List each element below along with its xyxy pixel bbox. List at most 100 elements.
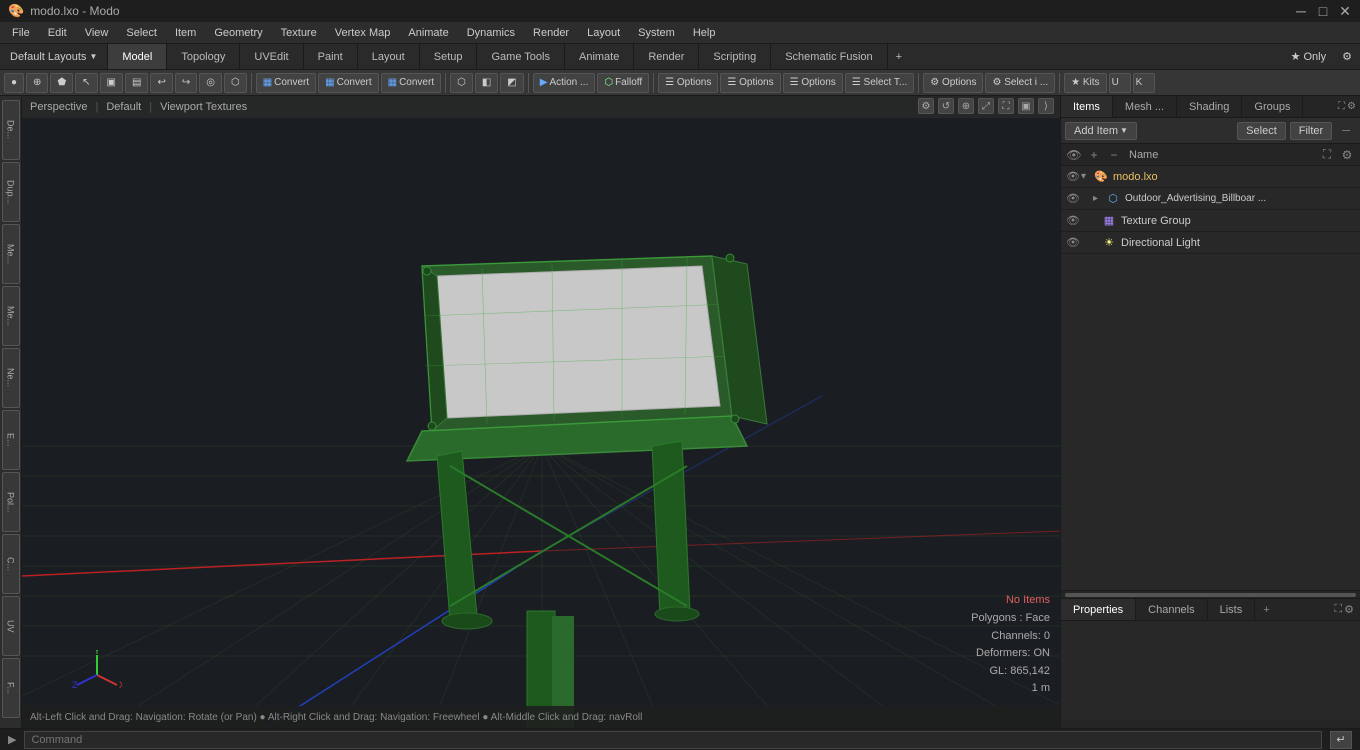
rp-expand-icon[interactable]: ⛶: [1338, 101, 1345, 112]
tool-vertex[interactable]: ⬟: [50, 73, 73, 93]
vp-fit-icon[interactable]: ⤢: [978, 98, 994, 114]
tool-convert-poly[interactable]: ▦ Convert: [256, 73, 316, 93]
menu-vertex-map[interactable]: Vertex Map: [327, 25, 399, 41]
tool-select-t[interactable]: ☰ Select T...: [845, 73, 914, 93]
close-button[interactable]: ✕: [1338, 4, 1352, 18]
items-minus-icon[interactable]: ─: [1336, 123, 1356, 139]
tab-animate[interactable]: Animate: [565, 44, 634, 69]
tool-undo[interactable]: ↩: [150, 73, 172, 93]
bp-expand-icon[interactable]: ⛶: [1334, 603, 1342, 616]
tree-item-root[interactable]: 👁 ▾ 🎨 modo.lxo: [1061, 166, 1360, 188]
menu-system[interactable]: System: [630, 25, 683, 41]
tool-options3[interactable]: ☰ Options: [783, 73, 843, 93]
menu-texture[interactable]: Texture: [273, 25, 325, 41]
tool-circle[interactable]: ◎: [199, 73, 222, 93]
vp-settings-icon[interactable]: ⚙: [918, 98, 934, 114]
tool-select[interactable]: ↖: [75, 73, 97, 93]
tree-arrow-billboard[interactable]: ▸: [1093, 193, 1105, 204]
menu-animate[interactable]: Animate: [400, 25, 456, 41]
vp-perspective-label[interactable]: Perspective: [30, 101, 87, 113]
menu-layout[interactable]: Layout: [579, 25, 628, 41]
rp-tab-groups[interactable]: Groups: [1242, 96, 1303, 117]
sidebar-tab-c[interactable]: C...: [2, 534, 20, 594]
sidebar-tab-uv[interactable]: UV: [2, 596, 20, 656]
menu-select[interactable]: Select: [118, 25, 165, 41]
tool-globe[interactable]: ⊕: [26, 73, 48, 93]
bp-tab-channels[interactable]: Channels: [1136, 599, 1207, 620]
tool-box2[interactable]: ▤: [125, 73, 148, 93]
menu-item[interactable]: Item: [167, 25, 204, 41]
tool-redo[interactable]: ↪: [175, 73, 197, 93]
tree-vis-dirlight[interactable]: 👁: [1065, 235, 1081, 251]
bp-add-tab-button[interactable]: +: [1255, 601, 1277, 619]
rp-tab-items[interactable]: Items: [1061, 96, 1113, 117]
tool-u[interactable]: U: [1109, 73, 1131, 93]
add-tab-button[interactable]: +: [888, 47, 910, 67]
tab-game-tools[interactable]: Game Tools: [477, 44, 565, 69]
tool-k[interactable]: K: [1133, 73, 1155, 93]
tab-schematic-fusion[interactable]: Schematic Fusion: [771, 44, 887, 69]
bp-gear-icon[interactable]: ⚙: [1344, 603, 1354, 616]
sidebar-tab-mes2[interactable]: Me...: [2, 286, 20, 346]
sidebar-tab-de[interactable]: De...: [2, 100, 20, 160]
tab-scripting[interactable]: Scripting: [699, 44, 771, 69]
tool-convert-mesh[interactable]: ▦ Convert: [318, 73, 378, 93]
tool-options1[interactable]: ☰ Options: [658, 73, 718, 93]
menu-dynamics[interactable]: Dynamics: [459, 25, 523, 41]
tree-item-dirlight[interactable]: 👁 ☀ Directional Light: [1061, 232, 1360, 254]
tool-kits[interactable]: ★ Kits: [1064, 73, 1106, 93]
add-item-button[interactable]: Add Item ▼: [1065, 122, 1137, 140]
tool-action[interactable]: ▶ Action ...: [533, 73, 596, 93]
tree-eye-icon[interactable]: 👁: [1065, 146, 1083, 164]
sidebar-tab-pol[interactable]: Pol...: [2, 472, 20, 532]
menu-view[interactable]: View: [77, 25, 117, 41]
tool-options4[interactable]: ⚙ Options: [923, 73, 983, 93]
bp-tab-lists[interactable]: Lists: [1208, 599, 1256, 620]
tree-item-billboard[interactable]: 👁 ▸ ⬡ Outdoor_Advertising_Billboar ...: [1061, 188, 1360, 210]
menu-edit[interactable]: Edit: [40, 25, 75, 41]
tab-setup[interactable]: Setup: [420, 44, 478, 69]
vp-default-label[interactable]: Default: [106, 101, 141, 113]
gear-icon[interactable]: ⚙: [1334, 46, 1360, 67]
tool-options2[interactable]: ☰ Options: [720, 73, 780, 93]
star-button[interactable]: ★ Only: [1283, 46, 1335, 67]
sidebar-tab-e[interactable]: E...: [2, 410, 20, 470]
tool-falloff[interactable]: ⬡ Falloff: [597, 73, 649, 93]
tree-gear-icon[interactable]: ⚙: [1338, 146, 1356, 164]
tree-arrow-root[interactable]: ▾: [1081, 171, 1093, 182]
tool-toggle1[interactable]: ◧: [475, 73, 498, 93]
tab-model[interactable]: Model: [108, 44, 167, 69]
tool-select-i[interactable]: ⚙ Select i ...: [985, 73, 1055, 93]
tree-minus-icon[interactable]: −: [1105, 146, 1123, 164]
tree-vis-billboard[interactable]: 👁: [1065, 191, 1081, 207]
viewport[interactable]: Perspective | Default | Viewport Texture…: [22, 96, 1060, 728]
rp-gear-icon[interactable]: ⚙: [1347, 101, 1356, 112]
vp-rotate-icon[interactable]: ↺: [938, 98, 954, 114]
tool-transform[interactable]: ⬡: [450, 73, 473, 93]
tab-topology[interactable]: Topology: [167, 44, 240, 69]
tree-add-icon[interactable]: +: [1085, 146, 1103, 164]
select-button[interactable]: Select: [1237, 122, 1286, 140]
tree-vis-root[interactable]: 👁: [1065, 169, 1081, 185]
bp-tab-properties[interactable]: Properties: [1061, 599, 1136, 620]
menu-file[interactable]: File: [4, 25, 38, 41]
rp-tab-mesh[interactable]: Mesh ...: [1113, 96, 1177, 117]
window-controls[interactable]: ─ □ ✕: [1294, 4, 1352, 18]
layouts-dropdown[interactable]: Default Layouts ▼: [0, 44, 108, 69]
tool-hex[interactable]: ⬡: [224, 73, 247, 93]
vp-zoom-icon[interactable]: ⊕: [958, 98, 974, 114]
command-enter-button[interactable]: ↵: [1330, 731, 1352, 749]
menu-render[interactable]: Render: [525, 25, 577, 41]
rp-tab-shading[interactable]: Shading: [1177, 96, 1242, 117]
tool-toggle2[interactable]: ◩: [500, 73, 523, 93]
menu-geometry[interactable]: Geometry: [206, 25, 270, 41]
tool-convert-edge[interactable]: ▦ Convert: [381, 73, 441, 93]
tab-render[interactable]: Render: [634, 44, 699, 69]
tool-box1[interactable]: ▣: [100, 73, 123, 93]
tree-expand-icon[interactable]: ⛶: [1318, 146, 1336, 164]
vp-expand-icon[interactable]: ⟩: [1038, 98, 1054, 114]
tab-layout[interactable]: Layout: [358, 44, 420, 69]
tool-select-mode[interactable]: ●: [4, 73, 24, 93]
vp-layout-icon[interactable]: ▣: [1018, 98, 1034, 114]
sidebar-tab-ne[interactable]: Ne...: [2, 348, 20, 408]
